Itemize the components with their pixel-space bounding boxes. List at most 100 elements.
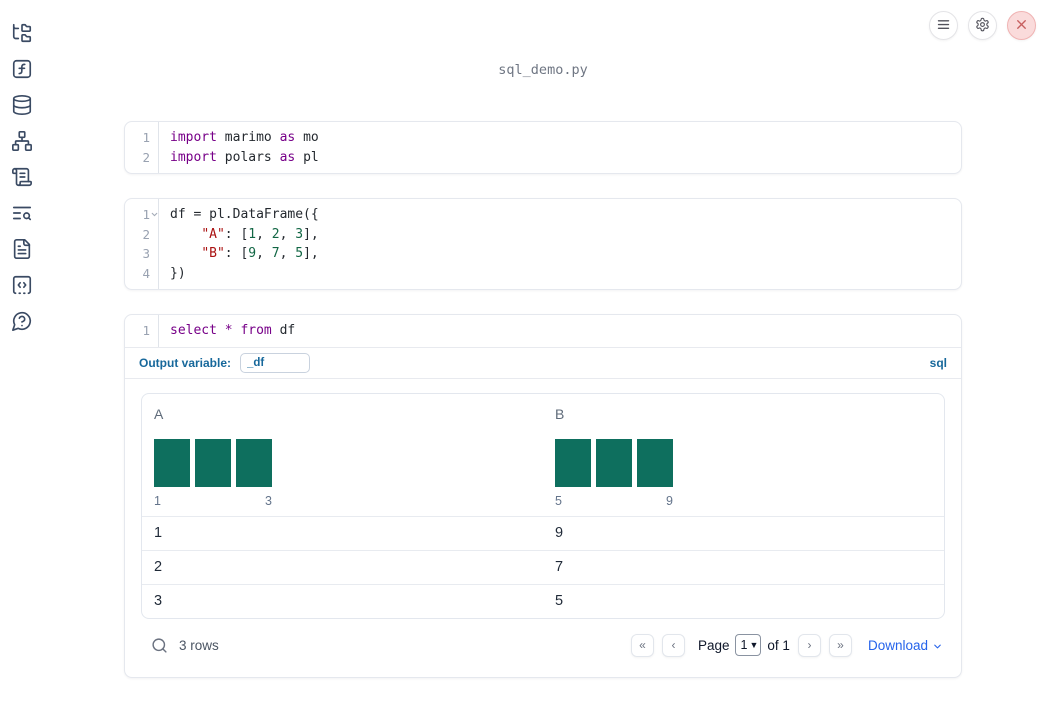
line-number-gutter: 12: [125, 122, 159, 173]
settings-button[interactable]: [968, 11, 997, 40]
code-line[interactable]: select * from df: [170, 321, 961, 341]
search-icon[interactable]: [151, 637, 168, 654]
line-number: 4: [142, 265, 150, 281]
code-line[interactable]: "B": [9, 7, 5],: [170, 244, 961, 264]
code-cell-dataframe: 12 3 4 df = pl.DataFrame({ "A": [1, 2, 3],…: [124, 198, 962, 290]
gear-icon: [975, 17, 990, 35]
table-cell: 9: [555, 524, 564, 541]
previous-page-button[interactable]: ‹: [662, 633, 686, 657]
fold-chevron-icon[interactable]: [150, 210, 159, 219]
code-line[interactable]: import polars as pl: [170, 148, 961, 168]
histogram-bar: [236, 438, 272, 487]
output-variable-label: Output variable:: [139, 355, 232, 370]
row-count: 3 rows: [179, 637, 219, 653]
sql-editor[interactable]: 1 select * from df: [125, 315, 961, 347]
download-label: Download: [867, 637, 928, 653]
sidebar-item-data-sources[interactable]: [11, 94, 33, 116]
language-badge: sql: [929, 355, 947, 370]
table-column-header[interactable]: B59: [543, 404, 944, 516]
hamburger-menu-icon: [936, 17, 951, 35]
code-line[interactable]: df = pl.DataFrame({: [170, 205, 961, 225]
chevrons-right-icon: »: [837, 638, 844, 652]
page-select-value: 1: [740, 638, 748, 652]
table-row[interactable]: 19: [142, 515, 944, 550]
tick-label: 5: [555, 493, 562, 508]
notebook-filename[interactable]: sql_demo.py: [124, 62, 962, 78]
sidebar-item-file-explorer[interactable]: [11, 22, 33, 44]
chevron-down-icon: [934, 644, 941, 648]
table-row[interactable]: 27: [142, 549, 944, 584]
table-footer: 3 rows « ‹ Page 1 ▼ of 1 › » Download: [141, 619, 945, 663]
close-button[interactable]: [1007, 11, 1036, 40]
left-panel-toolbar: [0, 0, 44, 713]
table-body: 192735: [142, 515, 944, 618]
next-page-button[interactable]: ›: [797, 633, 821, 657]
last-page-button[interactable]: »: [828, 633, 852, 657]
histogram-bar: [596, 438, 632, 487]
sidebar-item-variables[interactable]: [11, 58, 33, 80]
code-editor[interactable]: 12 3 4 df = pl.DataFrame({ "A": [1, 2, 3],…: [125, 199, 961, 289]
download-button[interactable]: Download: [868, 638, 943, 653]
table-cell: 7: [555, 558, 564, 575]
tick-label: 3: [265, 493, 272, 508]
code-line[interactable]: import marimo as mo: [170, 128, 961, 148]
histogram-bar: [195, 438, 231, 487]
code-content[interactable]: import marimo as mo import polars as pl: [159, 122, 961, 173]
page-total-label: of 1: [767, 637, 790, 653]
histogram-ticks: 13: [154, 494, 272, 508]
line-number-gutter: 1: [125, 315, 159, 347]
line-number-gutter: 12 3 4: [125, 199, 159, 289]
database-icon: [11, 94, 33, 116]
data-table: A13B59 192735: [141, 392, 945, 619]
menu-button[interactable]: [929, 11, 958, 40]
sidebar-item-snippets[interactable]: [11, 274, 33, 296]
chevron-down-icon: ▼: [749, 640, 759, 650]
notebook: sql_demo.py 12 import marimo as mo import…: [124, 62, 962, 678]
line-number: 1: [125, 205, 158, 225]
line-number: 2: [142, 149, 150, 165]
code-square-icon: [11, 274, 33, 296]
code-cell-imports: 12 import marimo as mo import polars as p…: [124, 121, 962, 174]
code-line[interactable]: "A": [1, 2, 3],: [170, 225, 961, 245]
line-number: 3: [142, 246, 150, 261]
histogram-bar: [555, 438, 591, 487]
close-icon: [1014, 17, 1029, 35]
sidebar-item-documentation[interactable]: [11, 238, 33, 260]
column-histogram: 13: [154, 438, 531, 508]
table-row[interactable]: 35: [142, 583, 944, 618]
tick-label: 9: [666, 493, 673, 508]
sidebar-item-dependency-graph[interactable]: [11, 130, 33, 152]
histogram-bar: [637, 438, 673, 487]
table-cell: 2: [154, 558, 163, 575]
table-column-header[interactable]: A13: [142, 404, 543, 516]
column-name[interactable]: A: [154, 406, 531, 422]
line-number: 1: [142, 130, 150, 145]
window-controls: [929, 11, 1036, 40]
sidebar-item-help[interactable]: [11, 310, 33, 332]
column-histogram: 59: [555, 438, 932, 508]
line-number: 2: [142, 226, 150, 242]
table-cell: 1: [154, 524, 163, 541]
chevrons-left-icon: «: [639, 638, 646, 652]
histogram-ticks: 59: [555, 494, 673, 508]
table-cell: 3: [154, 592, 163, 609]
output-variable-input[interactable]: [240, 352, 311, 373]
chevron-left-icon: ‹: [671, 638, 676, 652]
column-name[interactable]: B: [555, 406, 932, 422]
code-content[interactable]: df = pl.DataFrame({ "A": [1, 2, 3], "B":…: [159, 199, 961, 289]
sidebar-item-logs[interactable]: [11, 166, 33, 188]
sql-cell: 1 select * from df Output variable: sql …: [124, 314, 962, 678]
scroll-text-icon: [11, 166, 33, 188]
page-select[interactable]: 1 ▼: [734, 634, 762, 656]
sidebar-item-outline[interactable]: [11, 202, 33, 224]
tick-label: 1: [154, 493, 161, 508]
output-variable-row: Output variable: sql: [125, 348, 961, 378]
first-page-button[interactable]: «: [631, 633, 655, 657]
code-content[interactable]: select * from df: [159, 315, 961, 347]
file-text-icon: [11, 238, 33, 260]
function-square-icon: [11, 58, 33, 80]
code-editor[interactable]: 12 import marimo as mo import polars as p…: [125, 122, 961, 173]
page-label: Page: [698, 637, 730, 653]
code-line[interactable]: }): [170, 264, 961, 284]
folder-tree-icon: [11, 22, 33, 44]
